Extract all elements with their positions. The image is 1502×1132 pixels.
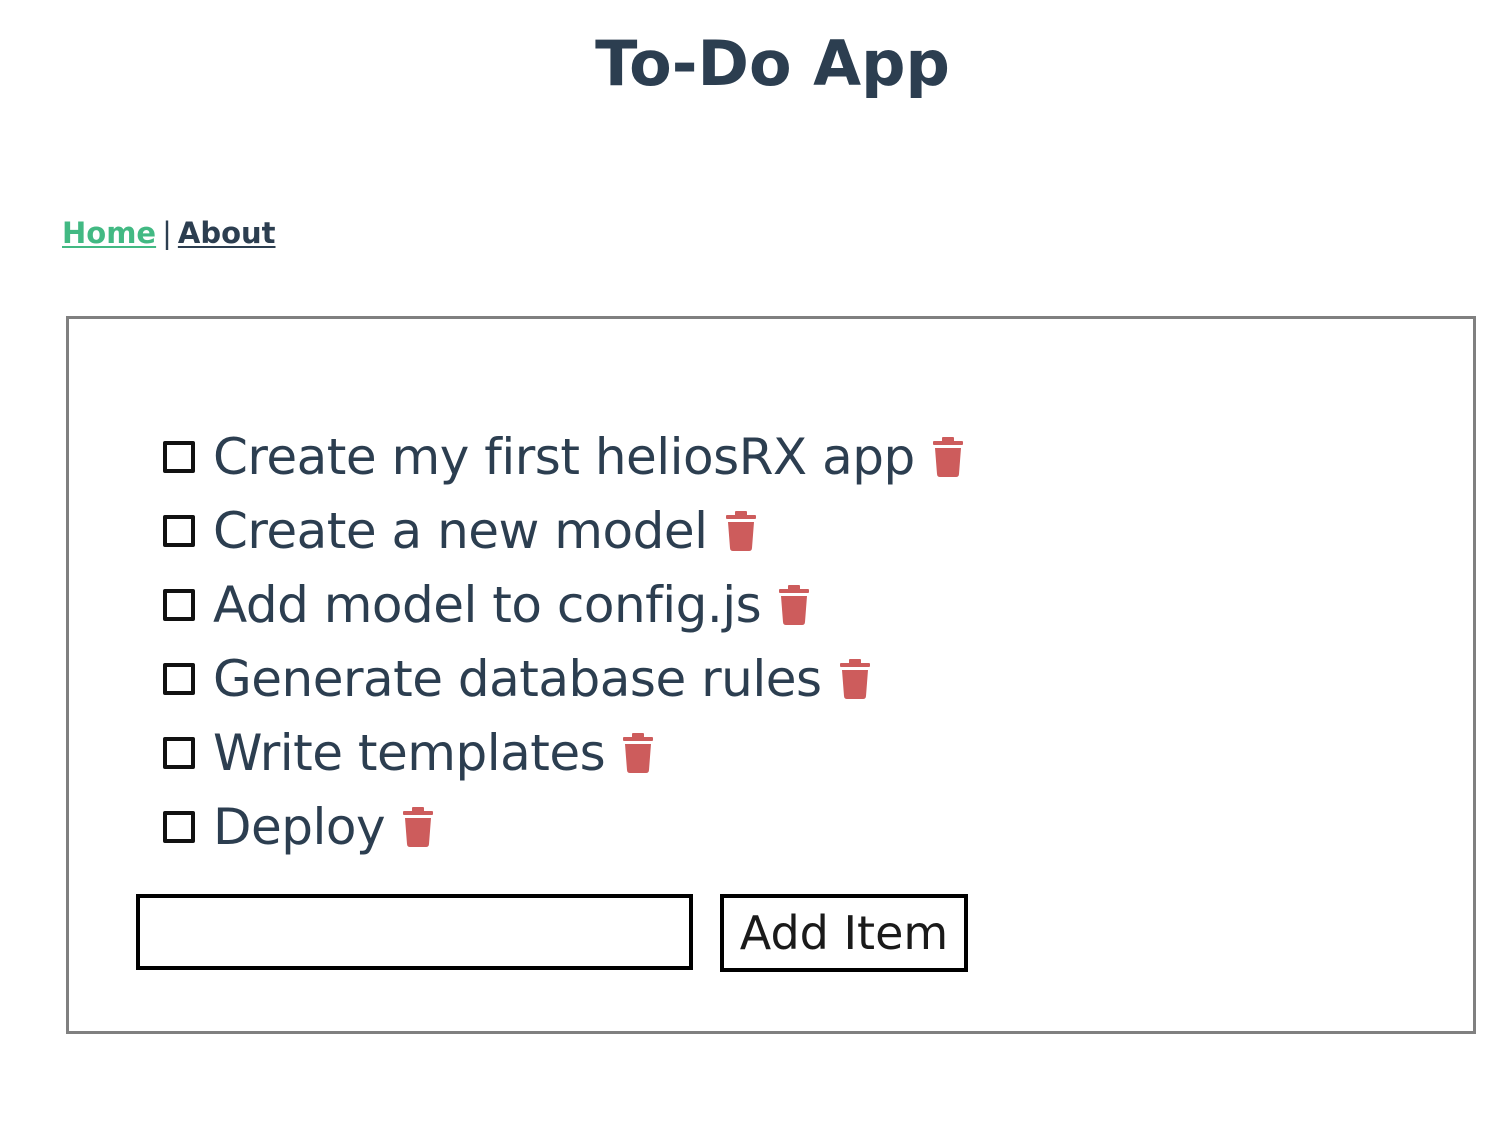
trash-icon[interactable]	[401, 807, 435, 847]
todo-item: Generate database rules	[163, 642, 965, 716]
todo-item: Write templates	[163, 716, 965, 790]
todo-text: Create a new model	[213, 502, 708, 560]
trash-icon[interactable]	[838, 659, 872, 699]
todo-checkbox[interactable]	[163, 515, 195, 547]
nav-link-home[interactable]: Home	[62, 216, 156, 250]
todo-item: Deploy	[163, 790, 965, 864]
todo-checkbox[interactable]	[163, 811, 195, 843]
todo-item: Create my first heliosRX app	[163, 420, 965, 494]
todo-item: Add model to config.js	[163, 568, 965, 642]
trash-icon[interactable]	[931, 437, 965, 477]
todo-text: Deploy	[213, 798, 386, 856]
todo-text: Create my first heliosRX app	[213, 428, 915, 486]
nav-link-about[interactable]: About	[178, 216, 276, 250]
todo-text: Add model to config.js	[213, 576, 762, 634]
todo-checkbox[interactable]	[163, 589, 195, 621]
todo-list: Create my first heliosRX app Create a ne…	[163, 420, 965, 864]
todo-container: Create my first heliosRX app Create a ne…	[66, 316, 1476, 1034]
todo-text: Generate database rules	[213, 650, 822, 708]
todo-checkbox[interactable]	[163, 441, 195, 473]
nav-separator: |	[162, 216, 172, 250]
todo-checkbox[interactable]	[163, 737, 195, 769]
new-item-input[interactable]	[136, 894, 693, 970]
trash-icon[interactable]	[777, 585, 811, 625]
add-item-button[interactable]: Add Item	[720, 894, 968, 972]
todo-item: Create a new model	[163, 494, 965, 568]
page-title: To-Do App	[595, 27, 950, 100]
nav-bar: Home | About	[62, 214, 276, 252]
trash-icon[interactable]	[724, 511, 758, 551]
trash-icon[interactable]	[621, 733, 655, 773]
todo-text: Write templates	[213, 724, 606, 782]
todo-checkbox[interactable]	[163, 663, 195, 695]
